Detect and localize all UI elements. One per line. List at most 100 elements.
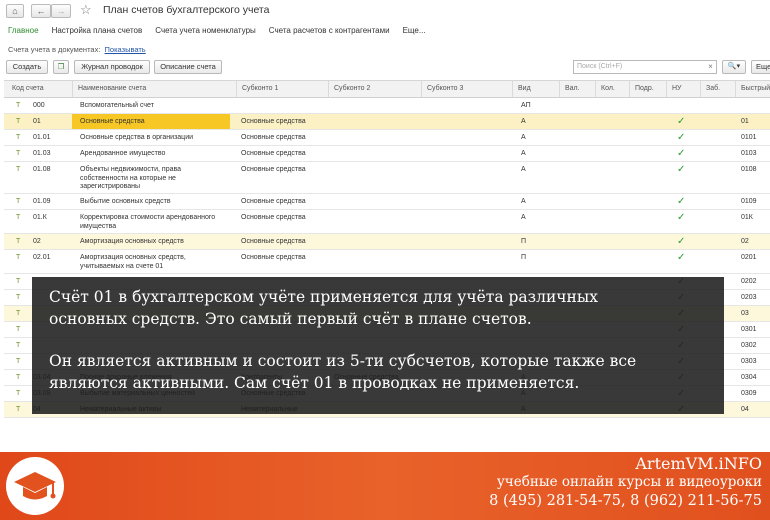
explanation-overlay: Счёт 01 в бухгалтерском учёте применяетс…	[32, 277, 724, 414]
column-header-4[interactable]: Субконто 3	[427, 85, 463, 92]
account-code: 01	[33, 118, 41, 125]
quick-select-code: 0301	[741, 326, 757, 333]
quick-select-code: 0103	[741, 150, 757, 157]
forward-button[interactable]: →	[51, 4, 71, 18]
account-type-icon: T	[16, 102, 21, 109]
table-row[interactable]: T 01.К Корректировка стоимости арендованно…	[4, 210, 770, 234]
account-type-icon: T	[16, 134, 21, 141]
title-bar: ⌂ ← → ☆ План счетов бухгалтерского учета	[0, 0, 770, 22]
tax-accounting-check-icon: ✓	[677, 164, 686, 175]
table-row[interactable]: T 01 Основные средства Основные средства А 01…	[4, 114, 770, 130]
account-code: 01.08	[33, 166, 51, 173]
tax-accounting-check-icon: ✓	[677, 132, 686, 143]
account-type-icon: T	[16, 214, 21, 221]
section-tab-4[interactable]: Еще...	[403, 26, 426, 35]
account-type-icon: T	[16, 390, 21, 397]
account-type-icon: T	[16, 406, 21, 413]
table-row[interactable]: T 01.09 Выбытие основных средств Основные с…	[4, 194, 770, 210]
quick-select-code: 0303	[741, 358, 757, 365]
account-type-icon: T	[16, 198, 21, 205]
search-icon: 🔍▾	[727, 63, 741, 70]
overlay-line-4: являются активными. Сам счёт 01 в провод…	[49, 374, 580, 392]
quick-select-code: 02	[741, 238, 749, 245]
logo-badge	[6, 457, 64, 515]
account-kind: АП	[521, 102, 531, 109]
section-tab-3[interactable]: Счета расчетов с контрагентами	[269, 26, 390, 35]
column-header-11[interactable]: Быстрый	[741, 85, 770, 92]
more-button[interactable]: Еще	[751, 60, 770, 74]
section-tabs: Главное Настройка плана счетов Счета учета…	[8, 26, 439, 38]
table-row[interactable]: T 01.08 Объекты недвижимости, права собств…	[4, 162, 770, 194]
column-header-8[interactable]: Подр.	[635, 85, 654, 92]
docs-visibility-line: Счета учета в документах: Показывать	[8, 45, 146, 54]
table-row[interactable]: T 01.01 Основные средства в организации Осн…	[4, 130, 770, 146]
docs-visibility-link[interactable]: Показывать	[105, 45, 146, 54]
column-header-2[interactable]: Субконто 1	[242, 85, 278, 92]
account-code: 02	[33, 238, 41, 245]
account-kind: А	[521, 150, 526, 157]
column-header-7[interactable]: Кол.	[601, 85, 615, 92]
table-row[interactable]: T 02.01 Амортизация основных средств, учит…	[4, 250, 770, 274]
arrow-right-icon: →	[56, 6, 66, 16]
column-header-0[interactable]: Код счета	[12, 85, 44, 92]
tax-accounting-check-icon: ✓	[677, 236, 686, 247]
account-kind: А	[521, 166, 526, 173]
banner-site: ArtemVM.iNFO	[635, 454, 762, 473]
home-button[interactable]: ⌂	[6, 4, 24, 18]
account-name: Основные средства	[80, 118, 145, 125]
banner-phones: 8 (495) 281-54-75, 8 (962) 211-56-75	[489, 493, 762, 509]
section-tab-2[interactable]: Счета учета номенклатуры	[155, 26, 256, 35]
subconto-1: Основные средства	[241, 238, 306, 245]
create-button[interactable]: Создать	[6, 60, 48, 74]
account-name: Выбытие основных средств	[80, 198, 171, 205]
quick-select-code: 04	[741, 406, 749, 413]
overlay-line-2: основных средств. Это самый первый счёт …	[49, 310, 532, 328]
tax-accounting-check-icon: ✓	[677, 212, 686, 223]
quick-select-code: 01К	[741, 214, 753, 221]
account-description-button[interactable]: Описание счета	[154, 60, 222, 74]
column-header-5[interactable]: Вид	[518, 85, 531, 92]
copy-button[interactable]: ❐	[53, 60, 69, 74]
search-button[interactable]: 🔍▾	[722, 60, 746, 74]
quick-select-code: 0309	[741, 390, 757, 397]
column-header-6[interactable]: Вал.	[565, 85, 580, 92]
quick-select-code: 0201	[741, 254, 757, 261]
column-header-3[interactable]: Субконто 2	[334, 85, 370, 92]
account-type-icon: T	[16, 254, 21, 261]
arrow-left-icon: ←	[36, 6, 46, 16]
search-input[interactable]: Поиск (Ctrl+F)	[573, 60, 717, 74]
account-name: Объекты недвижимости, права собственност…	[80, 166, 182, 190]
account-kind: П	[521, 254, 527, 261]
journal-button[interactable]: Журнал проводок	[74, 60, 150, 74]
account-code: 000	[33, 102, 45, 109]
column-header-1[interactable]: Наименование счета	[78, 85, 146, 92]
account-type-icon: T	[16, 294, 21, 301]
home-icon: ⌂	[12, 6, 18, 16]
tax-accounting-check-icon: ✓	[677, 252, 686, 263]
section-tab-1[interactable]: Настройка плана счетов	[52, 26, 143, 35]
banner-tagline: учебные онлайн курсы и видеоуроки	[496, 474, 762, 490]
docs-visibility-label: Счета учета в документах:	[8, 45, 101, 54]
column-header-10[interactable]: Заб.	[706, 85, 720, 92]
search-clear-icon[interactable]: ×	[704, 60, 717, 74]
account-type-icon: T	[16, 374, 21, 381]
section-tab-0[interactable]: Главное	[8, 26, 39, 35]
account-name: Амортизация основных средств, учитываемы…	[80, 254, 186, 270]
column-header-9[interactable]: НУ	[672, 85, 682, 92]
table-row[interactable]: T 01.03 Арендованное имущество Основные сре…	[4, 146, 770, 162]
account-type-icon: T	[16, 310, 21, 317]
back-button[interactable]: ←	[31, 4, 51, 18]
account-kind: А	[521, 198, 526, 205]
favorite-star-icon[interactable]: ☆	[80, 3, 92, 17]
account-name: Амортизация основных средств	[80, 238, 184, 245]
quick-select-code: 0304	[741, 374, 757, 381]
subconto-1: Основные средства	[241, 118, 306, 125]
account-type-icon: T	[16, 150, 21, 157]
account-type-icon: T	[16, 342, 21, 349]
account-type-icon: T	[16, 358, 21, 365]
account-name: Вспомогательный счет	[80, 102, 154, 109]
account-type-icon: T	[16, 238, 21, 245]
table-row[interactable]: T 02 Амортизация основных средств Основные …	[4, 234, 770, 250]
account-code: 02.01	[33, 254, 51, 261]
table-row[interactable]: T 000 Вспомогательный счет АП	[4, 98, 770, 114]
